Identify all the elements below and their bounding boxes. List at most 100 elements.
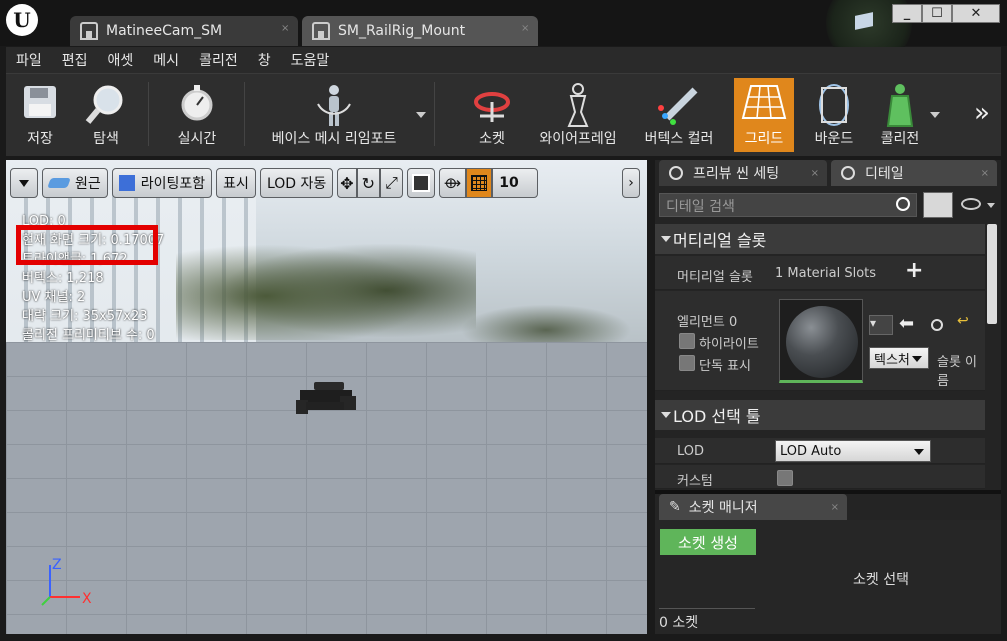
menu-collision[interactable]: 콜리전 — [189, 50, 248, 70]
details-search-input[interactable]: 디테일 검색 — [659, 193, 917, 217]
chevron-down-icon[interactable] — [987, 203, 995, 208]
mannequin-icon — [317, 85, 351, 126]
custom-row: 커스텀 — [655, 465, 985, 489]
viewport-overflow-button[interactable]: › — [622, 168, 640, 198]
tab-label: 소켓 매니저 — [688, 500, 758, 516]
axis-gizmo: Z X — [41, 557, 92, 607]
stat-collision-primitives: 콜리전 프리미티브 수: 0 — [22, 328, 155, 343]
menu-edit[interactable]: 편집 — [52, 50, 98, 70]
vertex-color-label: 버텍스 컬러 — [644, 131, 714, 147]
highlight-checkbox[interactable] — [679, 333, 695, 349]
realtime-button[interactable]: 실시간 — [162, 78, 232, 152]
wireframe-button[interactable]: 와이어프레임 — [532, 78, 624, 152]
main-toolbar: 저장 탐색 실시간 베이스 메시 리임포트 소켓 와이어프레임 버텍스 컬러 그… — [6, 73, 1001, 156]
save-button[interactable]: 저장 — [12, 78, 68, 152]
section-title: LOD 선택 툴 — [673, 407, 761, 426]
minimize-button[interactable]: _ — [892, 4, 922, 23]
details-scrollbar[interactable] — [987, 224, 997, 324]
tab-details[interactable]: 디테일 × — [831, 160, 997, 186]
lod-dropdown[interactable]: LOD Auto — [775, 440, 931, 462]
grid-label: 그리드 — [744, 131, 784, 147]
menu-file[interactable]: 파일 — [6, 50, 52, 70]
custom-checkbox[interactable] — [777, 470, 793, 486]
collision-button[interactable]: 콜리전 — [870, 78, 930, 152]
use-selected-arrow-icon[interactable]: ⬅ — [899, 313, 914, 334]
isolate-label: 단독 표시 — [699, 359, 751, 374]
socket-button[interactable]: 소켓 — [466, 78, 518, 152]
tab-preview-scene-settings[interactable]: 프리뷰 씬 세팅 × — [659, 160, 827, 186]
realtime-label: 실시간 — [177, 131, 217, 147]
socket-list-divider — [659, 608, 755, 609]
axis-x-label: X — [82, 591, 92, 607]
translate-tool-button[interactable]: ✥ — [337, 168, 357, 198]
chevron-down-icon — [19, 179, 29, 187]
lighting-mode-button[interactable]: 라이팅포함 — [111, 168, 213, 198]
viewport-options-button[interactable] — [10, 168, 38, 198]
tab-matineecam[interactable]: MatineeCam_SM × — [70, 16, 298, 46]
view-options-grid-button[interactable] — [923, 192, 953, 218]
maximize-button[interactable]: ☐ — [922, 4, 952, 23]
search-icon — [896, 197, 910, 211]
lod-picker-section-header[interactable]: LOD 선택 툴 — [655, 400, 985, 430]
lod-auto-button[interactable]: LOD 자동 — [259, 168, 334, 198]
bounds-icon — [819, 84, 849, 126]
reimport-label: 베이스 메시 리임포트 — [271, 131, 397, 147]
unreal-logo-icon[interactable]: U — [6, 4, 38, 36]
lod-label: LOD 자동 — [266, 176, 327, 192]
material-asset-picker[interactable]: ▾ — [869, 315, 893, 335]
material-thumbnail[interactable] — [779, 299, 863, 383]
browse-search-icon[interactable] — [931, 319, 943, 331]
collision-label: 콜리전 — [880, 131, 920, 147]
surface-snap-button[interactable]: ⟴ — [438, 168, 467, 198]
tab-close-icon[interactable]: × — [811, 168, 819, 179]
perspective-button[interactable]: 원근 — [42, 168, 108, 198]
menu-mesh[interactable]: 메시 — [143, 50, 189, 70]
eye-icon[interactable] — [961, 198, 981, 210]
add-slot-icon[interactable]: + — [905, 258, 923, 283]
tab-close-icon[interactable]: × — [281, 24, 290, 34]
show-button[interactable]: 표시 — [216, 168, 256, 198]
menu-window[interactable]: 창 — [248, 50, 281, 70]
texture-dropdown[interactable]: 텍스처 — [869, 347, 929, 369]
tab-sm-railrig-mount[interactable]: SM_RailRig_Mount × — [302, 16, 538, 46]
lighting-label: 라이팅포함 — [140, 176, 206, 192]
chevron-down-icon[interactable] — [416, 112, 426, 118]
toolbar-separator — [148, 82, 149, 146]
reset-arrow-icon[interactable]: ↩ — [957, 313, 969, 329]
grid-snap-icon — [471, 175, 488, 191]
create-socket-button[interactable]: 소켓 생성 — [660, 529, 756, 555]
save-label: 저장 — [27, 131, 53, 147]
stat-uv-channels: UV 채널: 2 — [22, 290, 86, 305]
lod-value: LOD Auto — [780, 443, 842, 459]
grid-snap-toggle[interactable] — [466, 168, 493, 198]
menu-help[interactable]: 도움말 — [281, 50, 340, 70]
tab-close-icon[interactable]: × — [521, 24, 530, 34]
tab-close-icon[interactable]: × — [831, 502, 839, 513]
bounds-button[interactable]: 바운드 — [804, 78, 864, 152]
tab-label: 프리뷰 씬 세팅 — [693, 166, 780, 182]
menu-asset[interactable]: 애셋 — [98, 50, 144, 70]
rotate-tool-button[interactable]: ↻ — [356, 168, 381, 198]
reimport-base-mesh-button[interactable]: 베이스 메시 리임포트 — [256, 78, 412, 152]
tab-close-icon[interactable]: × — [981, 168, 989, 179]
world-local-button[interactable] — [406, 168, 435, 198]
chevron-right-icon: › — [628, 175, 634, 191]
toolbar-separator — [434, 82, 435, 146]
section-title: 머티리얼 슬롯 — [673, 231, 767, 250]
toolbar-overflow-icon[interactable]: » — [974, 98, 990, 128]
cube-icon — [411, 174, 430, 192]
viewport[interactable]: 원근 라이팅포함 표시 LOD 자동 ✥ ↻ ⤢ ⟴ 10 › LOD: 0 현… — [6, 160, 647, 634]
search-icon — [669, 166, 683, 180]
tab-label: SM_RailRig_Mount — [338, 23, 466, 39]
close-button[interactable]: ✕ — [952, 4, 1000, 23]
grid-button[interactable]: 그리드 — [734, 78, 794, 152]
grid-size-dropdown[interactable]: 10 — [492, 168, 539, 198]
grid-icon — [741, 85, 787, 119]
material-slots-section-header[interactable]: 머티리얼 슬롯 — [655, 224, 985, 254]
tab-socket-manager[interactable]: ✎ 소켓 매니저 × — [659, 494, 847, 520]
isolate-checkbox[interactable] — [679, 355, 695, 371]
browse-button[interactable]: 탐색 — [74, 78, 138, 152]
chevron-down-icon[interactable] — [930, 112, 940, 118]
scale-tool-button[interactable]: ⤢ — [380, 168, 403, 198]
vertex-color-button[interactable]: 버텍스 컬러 — [638, 78, 720, 152]
